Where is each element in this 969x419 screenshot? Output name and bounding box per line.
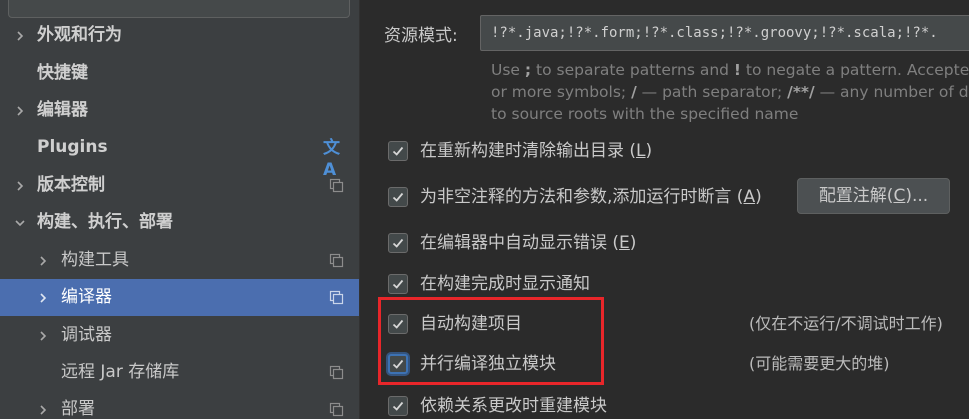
sidebar-item-label: 编译器 xyxy=(61,287,112,307)
checkmark-icon xyxy=(392,279,404,289)
sidebar-item-plugins[interactable]: Plugins 文A xyxy=(0,129,359,180)
chevron-right-icon[interactable] xyxy=(12,167,28,204)
sidebar-item-build-execution-deployment[interactable]: 构建、执行、部署 xyxy=(0,204,359,241)
sidebar-item-label: 编辑器 xyxy=(37,100,88,120)
checkmark-icon xyxy=(392,359,404,369)
sidebar-item-label: 版本控制 xyxy=(37,175,105,195)
sidebar-item-label: 构建工具 xyxy=(61,250,129,270)
sidebar-item-label: Plugins xyxy=(37,137,108,157)
resource-patterns-hint-line: to source roots with the specified name xyxy=(491,105,799,123)
option-label: 在编辑器中自动显示错误 (E) xyxy=(420,233,637,253)
chevron-right-icon[interactable] xyxy=(35,279,51,316)
checkmark-icon xyxy=(392,192,404,202)
sidebar-item-deployment[interactable]: 部署 xyxy=(0,391,359,419)
sidebar-item-label: 快捷键 xyxy=(37,63,88,83)
sidebar-item-label: 远程 Jar 存储库 xyxy=(61,362,180,382)
checkbox[interactable] xyxy=(388,233,408,253)
sidebar-item-remote-jar-repositories[interactable]: 远程 Jar 存储库 xyxy=(0,354,359,391)
checkbox[interactable] xyxy=(388,141,408,161)
chevron-right-icon[interactable] xyxy=(12,17,28,54)
chevron-right-icon[interactable] xyxy=(35,242,51,279)
project-scope-icon xyxy=(329,253,344,268)
option-add-runtime-assertions[interactable]: 为非空注释的方法和参数,添加运行时断言 (A) xyxy=(388,184,788,210)
resource-patterns-input[interactable]: !?*.java;!?*.form;!?*.class;!?*.groovy;!… xyxy=(480,15,969,51)
sidebar-item-version-control[interactable]: 版本控制 xyxy=(0,167,359,204)
option-auto-show-errors[interactable]: 在编辑器中自动显示错误 (E) xyxy=(388,230,788,256)
resource-patterns-hint-line: Use ; to separate patterns and ! to nega… xyxy=(491,61,969,79)
sidebar-item-editor[interactable]: 编辑器 xyxy=(0,92,359,129)
checkbox[interactable] xyxy=(388,314,408,334)
option-label: 依赖关系更改时重建模块 xyxy=(420,396,607,416)
chevron-down-icon[interactable] xyxy=(12,204,28,241)
option-label: 自动构建项目 xyxy=(420,314,522,334)
compiler-settings-panel: 资源模式: !?*.java;!?*.form;!?*.class;!?*.gr… xyxy=(360,0,969,419)
settings-sidebar: 外观和行为 快捷键 编辑器 Plugins 文A 版本控制 构建、执行、部署 构… xyxy=(0,0,359,419)
sidebar-item-appearance[interactable]: 外观和行为 xyxy=(0,17,359,54)
sidebar-item-build-tools[interactable]: 构建工具 xyxy=(0,242,359,279)
settings-search-input[interactable] xyxy=(8,0,350,18)
option-clear-output-on-rebuild[interactable]: 在重新构建时清除输出目录 (L) xyxy=(388,138,788,164)
configure-annotations-button[interactable]: 配置注解(C)... xyxy=(797,178,950,214)
sidebar-item-label: 部署 xyxy=(61,399,95,419)
option-label: 在重新构建时清除输出目录 (L) xyxy=(420,141,653,161)
option-rebuild-on-dependency-change[interactable]: 依赖关系更改时重建模块 xyxy=(388,393,688,419)
checkmark-icon xyxy=(392,401,404,411)
option-compile-modules-in-parallel[interactable]: 并行编译独立模块 xyxy=(388,351,588,377)
checkmark-icon xyxy=(392,146,404,156)
chevron-right-icon[interactable] xyxy=(35,317,51,354)
project-scope-icon xyxy=(329,290,344,305)
sidebar-item-compiler[interactable]: 编译器 xyxy=(0,279,359,316)
sidebar-item-debugger[interactable]: 调试器 xyxy=(0,317,359,354)
sidebar-item-label: 构建、执行、部署 xyxy=(37,212,173,232)
option-show-build-notification[interactable]: 在构建完成时显示通知 xyxy=(388,271,788,297)
checkmark-icon xyxy=(392,238,404,248)
sidebar-item-keymap[interactable]: 快捷键 xyxy=(0,55,359,92)
checkbox[interactable] xyxy=(388,396,408,416)
project-scope-icon xyxy=(329,402,344,417)
project-scope-icon xyxy=(329,178,344,193)
auto-build-note: (仅在不运行/不调试时工作) xyxy=(749,314,943,333)
resource-patterns-label: 资源模式: xyxy=(384,26,458,46)
checkmark-icon xyxy=(392,319,404,329)
option-build-project-automatically[interactable]: 自动构建项目 xyxy=(388,311,588,337)
option-label: 为非空注释的方法和参数,添加运行时断言 (A) xyxy=(420,187,762,207)
translate-icon: 文A xyxy=(323,138,340,180)
resource-patterns-hint-line: or more symbols; / — path separator; /**… xyxy=(491,83,969,101)
option-label: 并行编译独立模块 xyxy=(420,354,556,374)
chevron-right-icon[interactable] xyxy=(35,391,51,419)
checkbox[interactable] xyxy=(388,274,408,294)
sidebar-item-label: 调试器 xyxy=(61,325,112,345)
checkbox[interactable] xyxy=(388,187,408,207)
option-label: 在构建完成时显示通知 xyxy=(420,274,590,294)
project-scope-icon xyxy=(329,365,344,380)
sidebar-item-label: 外观和行为 xyxy=(37,25,122,45)
chevron-right-icon[interactable] xyxy=(12,92,28,129)
parallel-note: (可能需要更大的堆) xyxy=(749,354,890,373)
checkbox[interactable] xyxy=(388,354,408,374)
